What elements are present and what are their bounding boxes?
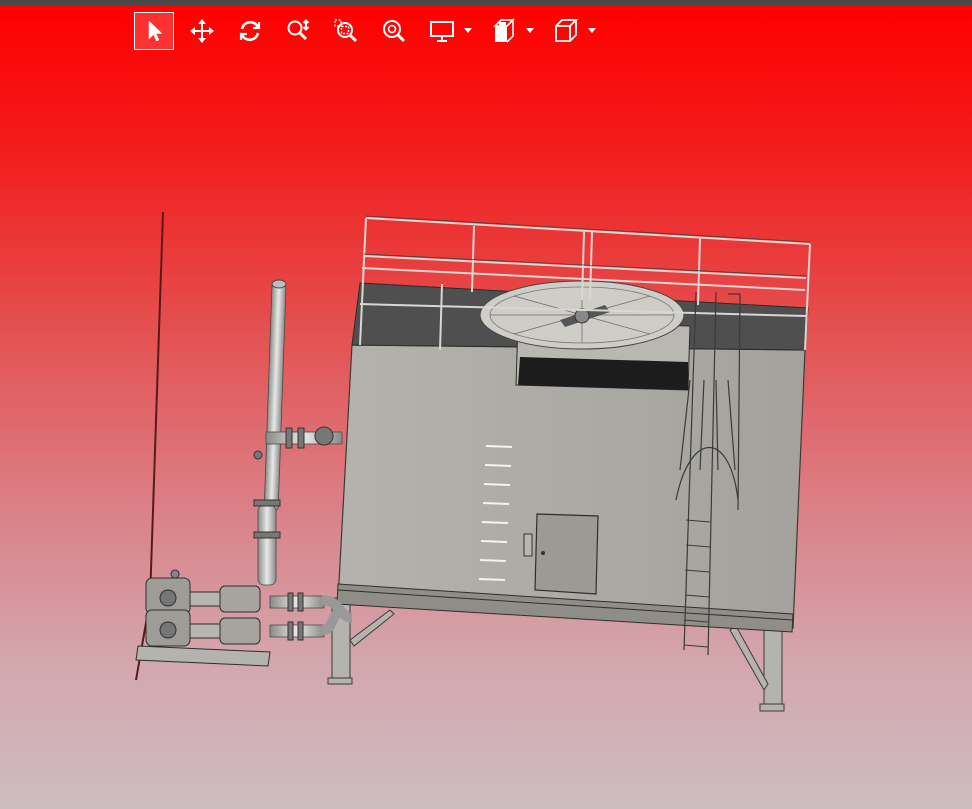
- section-dropdown[interactable]: [524, 12, 536, 50]
- zoom-window-icon: [334, 19, 358, 43]
- view-orientation-dropdown[interactable]: [586, 12, 598, 50]
- chevron-down-icon: [526, 28, 534, 33]
- move-arrows-icon: [190, 19, 214, 43]
- monitor-icon: [430, 21, 454, 42]
- zoom-fit-icon: [383, 20, 406, 43]
- section-box-icon: [493, 18, 515, 43]
- section-tool-button[interactable]: [484, 12, 524, 50]
- view-orientation-tool-button[interactable]: [546, 12, 586, 50]
- rotate-icon: [239, 20, 261, 42]
- pan-tool-button[interactable]: [182, 12, 222, 50]
- select-tool-button[interactable]: [134, 12, 174, 50]
- display-mode-dropdown[interactable]: [462, 12, 474, 50]
- display-mode-tool-button[interactable]: [422, 12, 462, 50]
- cooling-tower-model[interactable]: [0, 0, 972, 809]
- zoom-fit-tool-button[interactable]: [374, 12, 414, 50]
- chevron-down-icon: [588, 28, 596, 33]
- zoom-window-tool-button[interactable]: [326, 12, 366, 50]
- cube-view-icon: [555, 19, 579, 42]
- zoom-tool-button[interactable]: [278, 12, 318, 50]
- viewer-toolbar: [134, 12, 608, 50]
- pump-skid: [135, 569, 271, 667]
- rotate-tool-button[interactable]: [230, 12, 270, 50]
- zoom-vertical-icon: [287, 19, 310, 41]
- arrow-pointer-icon: [148, 20, 163, 42]
- chevron-down-icon: [464, 28, 472, 33]
- pipework: [253, 279, 353, 641]
